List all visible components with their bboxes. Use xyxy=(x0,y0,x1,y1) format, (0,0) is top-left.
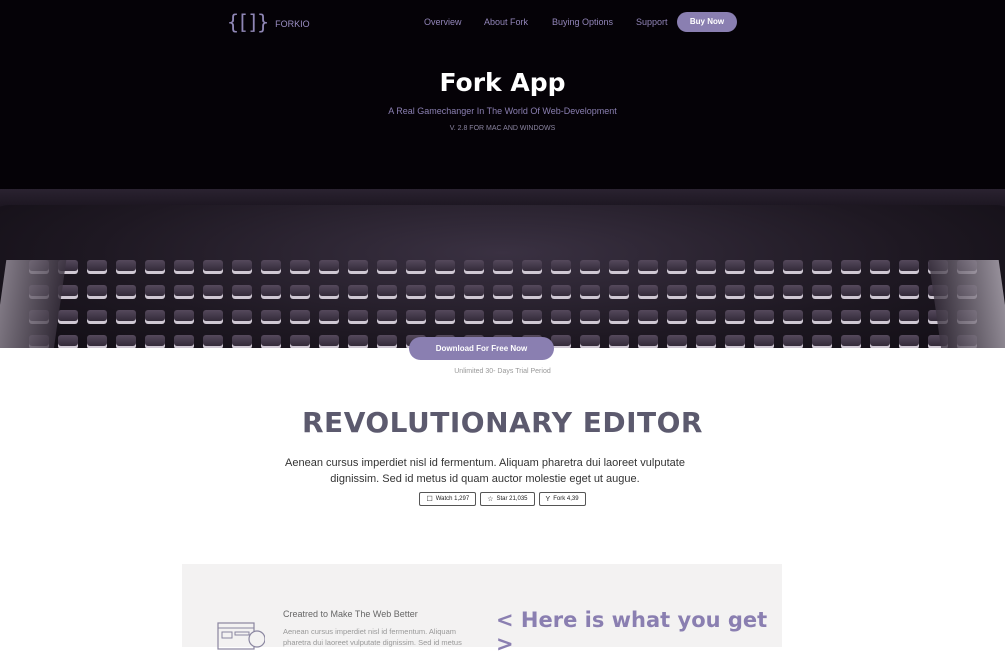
hero-version: V. 2.8 FOR MAC AND WINDOWS xyxy=(449,125,556,132)
top-navigation: {[]} FORKIO Overview About Fork Buying O… xyxy=(0,0,1005,44)
trial-note: Unlimited 30- Days Trial Period xyxy=(454,368,551,375)
laptop-edge-right xyxy=(928,260,1005,348)
section-title: REVOLUTIONARY EDITOR xyxy=(302,406,703,439)
logo-text: FORKIO xyxy=(275,19,310,29)
fork-badge-label: Fork 4,39 xyxy=(553,496,579,502)
logo-icon: {[]} xyxy=(227,10,269,34)
feature-text: Aenean cursus imperdiet nisl id fermentu… xyxy=(283,627,462,647)
nav-link-buying-options[interactable]: Buying Options xyxy=(552,17,613,27)
star-icon: ☆ xyxy=(487,496,494,503)
feature-heading: Creatred to Make The Web Better xyxy=(283,609,418,619)
feature-tagline: < Here is what you get > xyxy=(496,608,768,656)
nav-link-overview[interactable]: Overview xyxy=(424,17,462,27)
watch-badge[interactable]: ☐ Watch 1,297 xyxy=(419,492,477,506)
watch-badge-label: Watch 1,297 xyxy=(435,496,470,502)
hero-title: Fork App xyxy=(439,68,566,97)
star-badge[interactable]: ☆ Star 21,035 xyxy=(480,492,535,506)
watch-icon: ☐ xyxy=(426,496,433,503)
fork-icon: Y xyxy=(545,495,551,503)
hero-section: {[]} FORKIO Overview About Fork Buying O… xyxy=(0,0,1005,348)
logo[interactable]: {[]} FORKIO xyxy=(227,10,310,34)
nav-link-support[interactable]: Support xyxy=(636,17,668,27)
laptop-keyboard-image xyxy=(0,205,1005,348)
download-free-button[interactable]: Download For Free Now xyxy=(409,337,554,360)
github-badges: ☐ Watch 1,297 ☆ Star 21,035 Y Fork 4,39 xyxy=(0,492,1005,506)
browser-window-icon xyxy=(217,622,265,650)
hero-subtitle: A Real Gamechanger In The World Of Web-D… xyxy=(388,106,617,116)
buy-now-button[interactable]: Buy Now xyxy=(677,12,737,32)
features-section: Creatred to Make The Web Better Aenean c… xyxy=(182,564,782,656)
star-badge-label: Star 21,035 xyxy=(496,496,528,502)
fork-badge[interactable]: Y Fork 4,39 xyxy=(538,492,586,506)
nav-link-about-fork[interactable]: About Fork xyxy=(484,17,528,27)
section-description: Aenean cursus imperdiet nisl id fermentu… xyxy=(285,457,685,485)
